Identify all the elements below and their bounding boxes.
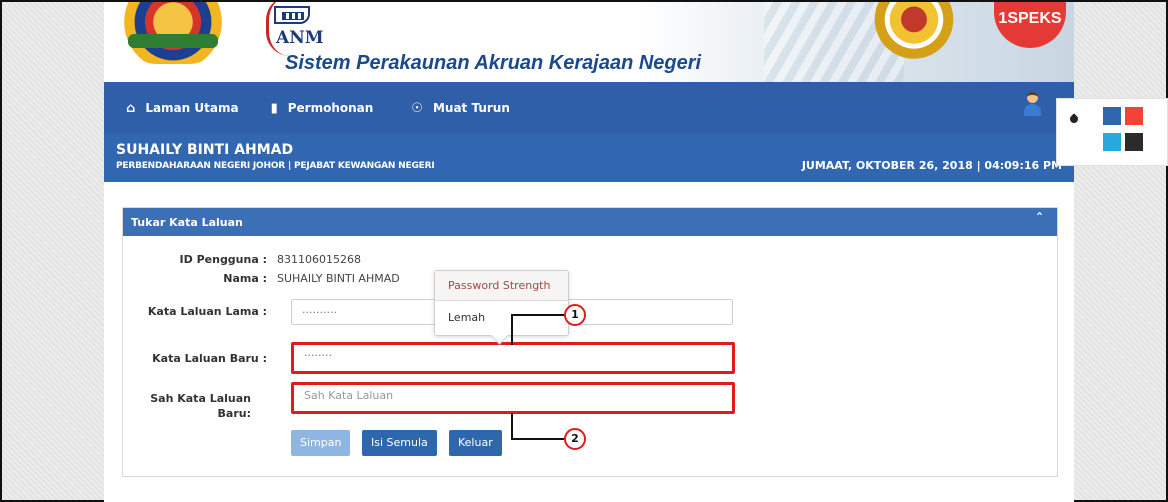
name-label: Nama :: [223, 272, 267, 285]
reset-button[interactable]: Isi Semula: [362, 430, 437, 456]
anm-abbr: ANM: [276, 28, 324, 48]
change-password-panel: Tukar Kata Laluan ˆ ID Pengguna : 831106…: [122, 207, 1058, 477]
book-icon: ▮: [270, 100, 278, 116]
download-icon: ☉: [411, 100, 423, 116]
callout-line: [511, 315, 513, 345]
speks-logo: 1SPEKS: [994, 2, 1066, 48]
exit-button[interactable]: Keluar: [449, 430, 502, 456]
drop-icon[interactable]: [1069, 113, 1079, 125]
callout-marker-2: 2: [564, 428, 586, 450]
new-password-field[interactable]: ········: [291, 342, 735, 374]
nav-permohonan[interactable]: ▮ Permohonan: [255, 82, 390, 134]
theme-swatch-dark[interactable]: [1125, 133, 1143, 151]
nav-laman-utama[interactable]: ⌂ Laman Utama: [104, 82, 255, 134]
callout-line: [511, 413, 513, 439]
panel-title: Tukar Kata Laluan: [131, 216, 243, 229]
callout-line: [511, 438, 565, 440]
user-icon[interactable]: [1022, 92, 1042, 118]
state-crest-left: [118, 2, 228, 64]
home-icon: ⌂: [126, 100, 136, 116]
nav-label: Muat Turun: [432, 101, 510, 115]
confirm-password-field[interactable]: Sah Kata Laluan: [291, 382, 735, 414]
theme-swatch-red[interactable]: [1125, 107, 1143, 125]
callout-line: [511, 314, 565, 316]
header-banner: ANM Sistem Perakaunan Akruan Kerajaan Ne…: [104, 2, 1074, 82]
tooltip-title: Password Strength: [435, 271, 568, 301]
confirm-password-label: Sah Kata Laluan Baru:: [133, 392, 251, 420]
theme-swatch-lightblue[interactable]: [1103, 133, 1121, 151]
nav-label: Permohonan: [287, 101, 374, 115]
page: ANM Sistem Perakaunan Akruan Kerajaan Ne…: [104, 2, 1074, 502]
confirm-password-label-line1: Sah Kata Laluan: [150, 392, 251, 405]
system-title: Sistem Perakaunan Akruan Kerajaan Negeri: [285, 52, 702, 74]
user-department: PERBENDAHARAAN NEGERI JOHOR | PEJABAT KE…: [116, 161, 435, 171]
callout-marker-1: 1: [564, 304, 586, 326]
panel-header: Tukar Kata Laluan ˆ: [123, 208, 1057, 236]
chevron-up-icon[interactable]: ˆ: [1036, 212, 1043, 228]
confirm-password-label-line2: Baru:: [217, 407, 251, 420]
save-button[interactable]: Simpan: [291, 430, 351, 456]
old-password-label: Kata Laluan Lama :: [147, 305, 267, 318]
main-navbar: ⌂ Laman Utama ▮ Permohonan ☉ Muat Turun: [104, 82, 1074, 134]
name-value: SUHAILY BINTI AHMAD: [277, 272, 400, 285]
nav-muat-turun[interactable]: ☉ Muat Turun: [389, 82, 526, 134]
user-name: SUHAILY BINTI AHMAD: [116, 142, 294, 158]
state-crest-right: [866, 2, 962, 60]
nav-label: Laman Utama: [145, 101, 239, 115]
theme-swatch-blue[interactable]: [1103, 107, 1121, 125]
theme-switcher: [1056, 98, 1168, 166]
user-id-label: ID Pengguna :: [179, 253, 267, 266]
tooltip-value: Lemah: [448, 311, 486, 324]
user-info-bar: SUHAILY BINTI AHMAD PERBENDAHARAAN NEGER…: [104, 134, 1074, 182]
current-datetime: JUMAAT, OKTOBER 26, 2018 | 04:09:16 PM: [801, 159, 1062, 172]
password-strength-tooltip: Password Strength Lemah: [434, 270, 569, 336]
new-password-label: Kata Laluan Baru :: [152, 352, 267, 365]
user-id-value: 831106015268: [277, 253, 361, 266]
